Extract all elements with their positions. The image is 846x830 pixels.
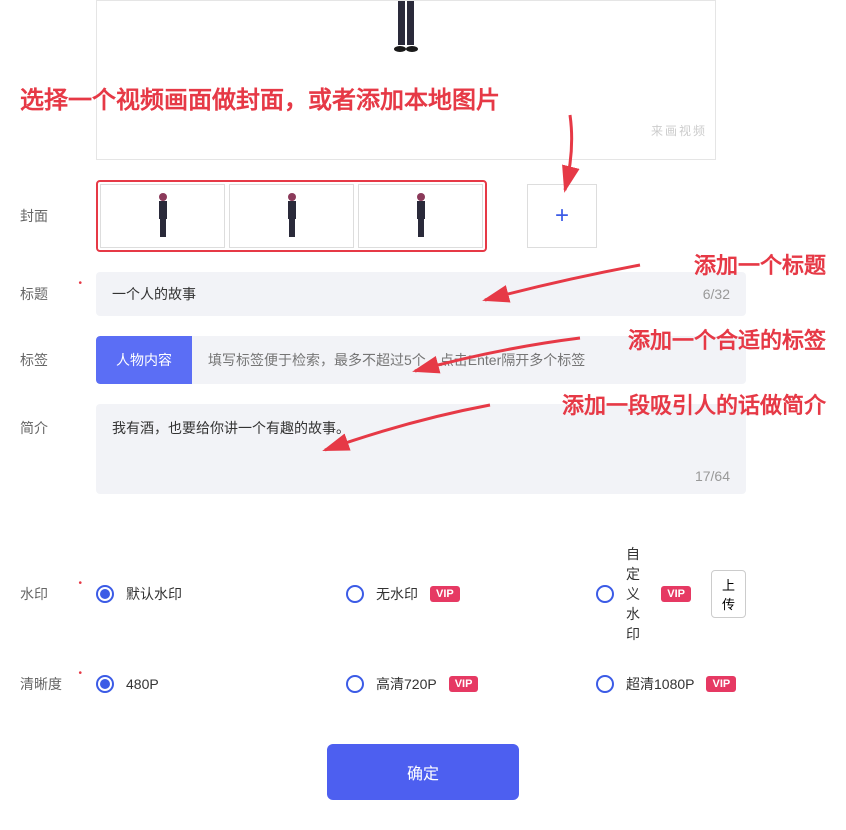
watermark-option-custom[interactable]: 自定义水印 VIP 上传 [596, 544, 746, 644]
quality-option-1080p[interactable]: 超清1080P VIP [596, 674, 746, 694]
radio-icon [346, 585, 364, 603]
person-icon [414, 192, 428, 240]
radio-label: 480P [126, 676, 159, 692]
upload-button[interactable]: 上传 [711, 570, 746, 618]
radio-icon [96, 585, 114, 603]
label-watermark: 水印 [20, 584, 80, 604]
intro-char-count: 17/64 [695, 468, 730, 484]
radio-label: 高清720P [376, 674, 437, 694]
vip-badge: VIP [706, 676, 736, 692]
vip-badge: VIP [430, 586, 460, 602]
cover-thumb-3[interactable] [358, 184, 483, 248]
cover-thumb-1[interactable] [100, 184, 225, 248]
quality-radio-group: 480P 高清720P VIP 超清1080P VIP [96, 674, 746, 694]
annotation-cover-text: 选择一个视频画面做封面，或者添加本地图片 [20, 80, 500, 115]
vip-badge: VIP [449, 676, 479, 692]
annotation-tag-text: 添加一个合适的标签 [628, 323, 826, 355]
radio-label: 无水印 [376, 584, 418, 604]
character-preview [381, 0, 431, 61]
label-quality: 清晰度 [20, 674, 80, 694]
tag-chip[interactable]: 人物内容 [96, 336, 192, 384]
radio-label: 默认水印 [126, 584, 182, 604]
radio-icon [346, 675, 364, 693]
plus-icon: + [555, 202, 569, 230]
cover-selection-group [96, 180, 487, 252]
label-cover: 封面 [20, 206, 80, 226]
title-input-wrapper[interactable]: 6/32 [96, 272, 746, 316]
radio-icon [596, 585, 614, 603]
watermark-option-default[interactable]: 默认水印 [96, 584, 346, 604]
radio-label: 超清1080P [626, 674, 694, 694]
radio-icon [96, 675, 114, 693]
person-icon [156, 192, 170, 240]
annotation-title-text: 添加一个标题 [694, 248, 826, 280]
radio-icon [596, 675, 614, 693]
submit-button[interactable]: 确定 [327, 744, 519, 800]
label-tag: 标签 [20, 350, 80, 370]
cover-thumb-2[interactable] [229, 184, 354, 248]
watermark-radio-group: 默认水印 无水印 VIP 自定义水印 VIP 上传 [96, 544, 746, 644]
annotation-intro-text: 添加一段吸引人的话做简介 [562, 388, 826, 420]
label-intro: 简介 [20, 418, 80, 438]
radio-label: 自定义水印 [626, 544, 649, 644]
title-input[interactable] [112, 286, 703, 302]
quality-option-720p[interactable]: 高清720P VIP [346, 674, 596, 694]
watermark-option-none[interactable]: 无水印 VIP [346, 584, 596, 604]
title-char-count: 6/32 [703, 286, 730, 302]
vip-badge: VIP [661, 586, 691, 602]
intro-textarea[interactable]: 我有酒，也要给你讲一个有趣的故事。 [112, 418, 730, 438]
cover-thumbnails: + [96, 180, 746, 252]
label-title: 标题 [20, 284, 80, 304]
person-icon [285, 192, 299, 240]
quality-option-480p[interactable]: 480P [96, 675, 346, 693]
person-icon [381, 0, 431, 61]
add-cover-button[interactable]: + [527, 184, 597, 248]
watermark-text: 来画视频 [651, 122, 707, 139]
